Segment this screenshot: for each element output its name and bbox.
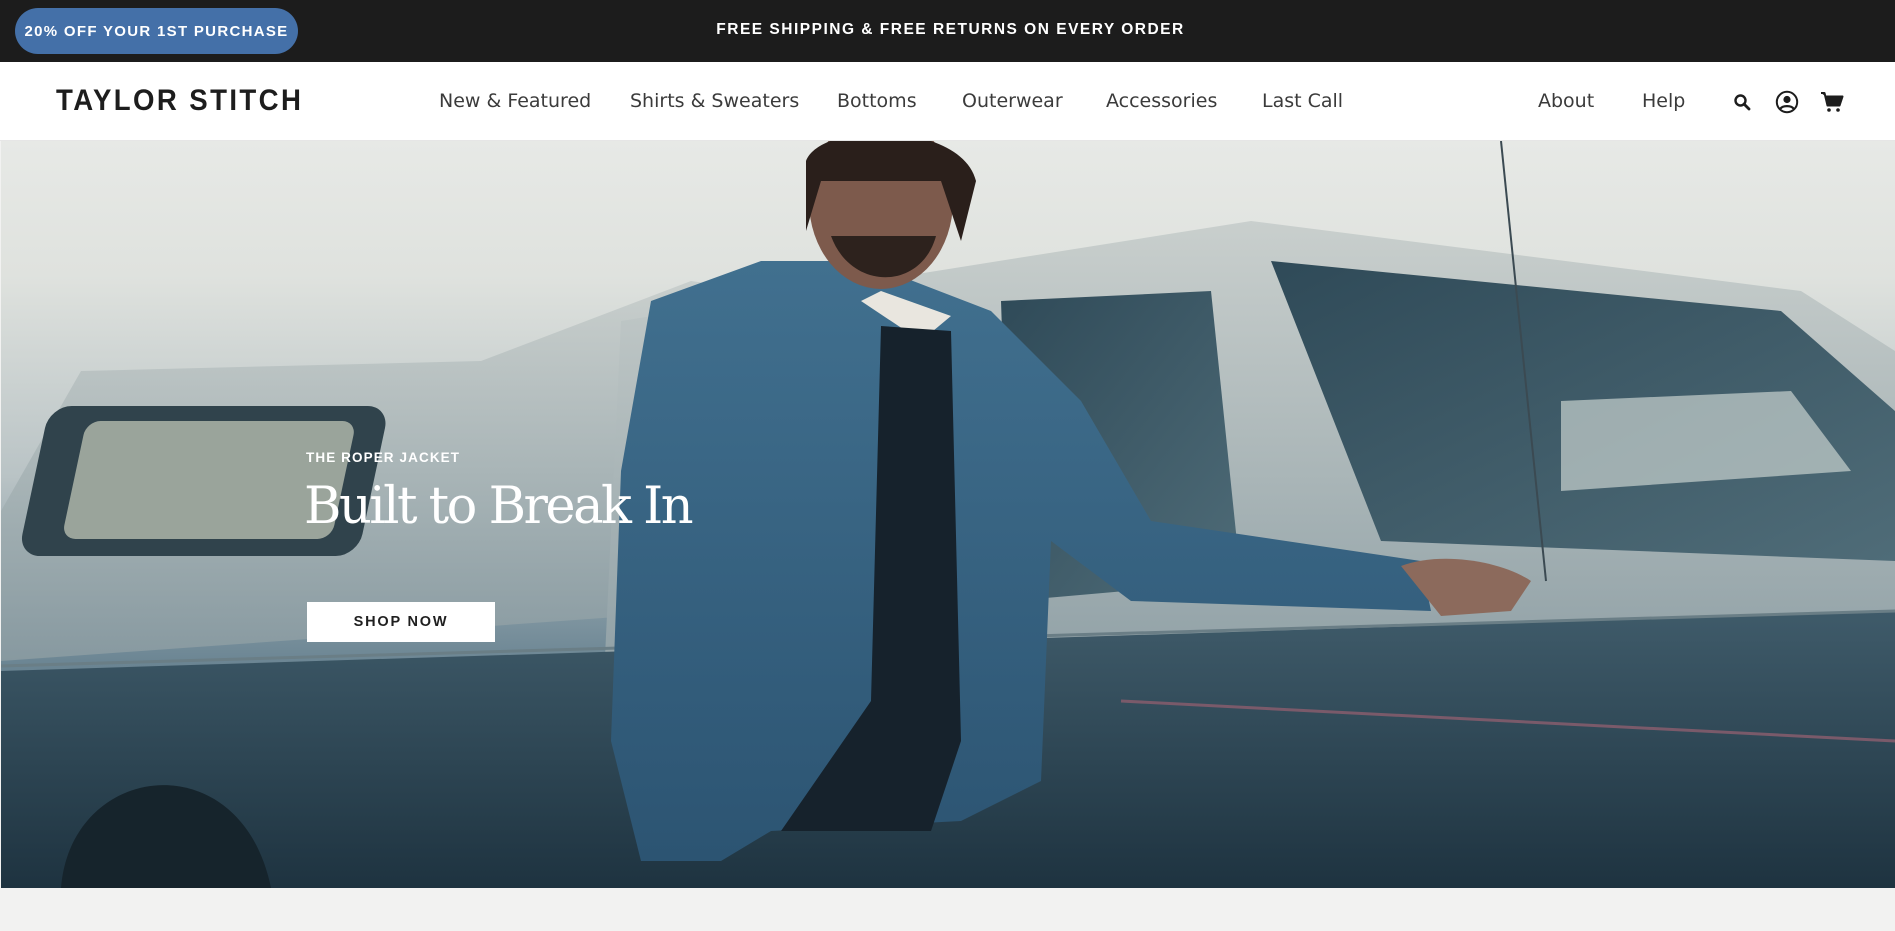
shop-now-button[interactable]: SHOP NOW [307, 602, 495, 642]
promo-button[interactable]: 20% OFF YOUR 1ST PURCHASE [15, 8, 298, 54]
nav-last-call[interactable]: Last Call [1262, 62, 1343, 141]
nav-bottoms[interactable]: Bottoms [837, 62, 917, 141]
account-icon[interactable] [1773, 88, 1801, 116]
hero-banner: THE ROPER JACKET Built to Break In SHOP … [1, 141, 1895, 888]
below-fold-section [0, 888, 1895, 931]
nav-shirts-sweaters[interactable]: Shirts & Sweaters [630, 62, 799, 141]
nav-new-featured[interactable]: New & Featured [439, 62, 591, 141]
cart-icon[interactable] [1818, 88, 1846, 116]
site-header: TAYLOR STITCH New & Featured Shirts & Sw… [0, 62, 1895, 141]
nav-accessories[interactable]: Accessories [1106, 62, 1217, 141]
nav-about[interactable]: About [1538, 62, 1594, 141]
hero-image [1, 141, 1895, 888]
hero-eyebrow: THE ROPER JACKET [306, 450, 461, 465]
logo[interactable]: TAYLOR STITCH [56, 84, 303, 118]
nav-help[interactable]: Help [1642, 62, 1685, 141]
search-icon[interactable] [1728, 88, 1756, 116]
hero-title: Built to Break In [304, 477, 694, 536]
nav-outerwear[interactable]: Outerwear [962, 62, 1063, 141]
announcement-bar: FREE SHIPPING & FREE RETURNS ON EVERY OR… [0, 0, 1895, 62]
